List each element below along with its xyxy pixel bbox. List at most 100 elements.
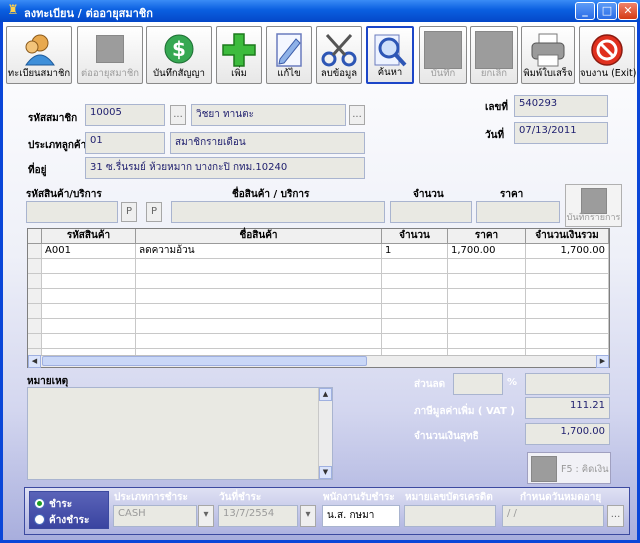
print-receipt-button[interactable]: พิมพ์ใบเสร็จ	[521, 26, 575, 84]
empty-cell[interactable]	[382, 334, 448, 349]
exit-button[interactable]: จบงาน (Exit)	[579, 26, 637, 84]
empty-cell[interactable]	[136, 304, 382, 319]
empty-cell[interactable]	[136, 319, 382, 334]
pay-date-field[interactable]: 13/7/2554	[218, 505, 298, 527]
row-selector[interactable]	[28, 319, 42, 334]
member-name-lookup-button[interactable]: ...	[349, 105, 365, 125]
calculate-button[interactable]: F5 : คิดเงิน	[527, 452, 611, 484]
customer-type-name-field[interactable]: สมาชิกรายเดือน	[170, 132, 365, 154]
empty-cell[interactable]	[448, 274, 526, 289]
expiry-picker[interactable]: ...	[607, 505, 624, 527]
paid-radio[interactable]	[34, 498, 45, 509]
col-header-name[interactable]: ชื่อสินค้า	[136, 229, 382, 244]
cell-code[interactable]: A001	[42, 244, 136, 259]
product-lookup-p2-button[interactable]: P	[146, 202, 162, 222]
empty-cell[interactable]	[42, 289, 136, 304]
empty-cell[interactable]	[448, 259, 526, 274]
date-field[interactable]: 07/13/2011	[514, 122, 608, 144]
empty-cell[interactable]	[382, 274, 448, 289]
empty-cell[interactable]	[136, 274, 382, 289]
notes-textarea[interactable]	[27, 387, 333, 480]
scroll-left-arrow[interactable]: ◀	[28, 355, 41, 368]
row-selector[interactable]	[28, 259, 42, 274]
maximize-button[interactable]: □	[597, 2, 617, 20]
cell-total[interactable]: 1,700.00	[526, 244, 609, 259]
cancel-button[interactable]: ยกเลิก	[470, 26, 518, 84]
renew-member-button[interactable]: ต่ออายุสมาชิก	[77, 26, 143, 84]
scroll-down-arrow[interactable]: ▼	[319, 466, 332, 479]
empty-cell[interactable]	[42, 274, 136, 289]
product-lookup-p-button[interactable]: P	[121, 202, 137, 222]
discount-field[interactable]	[453, 373, 503, 395]
row-selector[interactable]	[28, 244, 42, 259]
empty-cell[interactable]	[136, 289, 382, 304]
scroll-thumb[interactable]	[42, 356, 367, 366]
empty-cell[interactable]	[382, 304, 448, 319]
payment-type-dropdown[interactable]: ▾	[198, 505, 214, 527]
cell-qty[interactable]: 1	[382, 244, 448, 259]
save-line-button[interactable]: บันทึกรายการ	[565, 184, 622, 227]
customer-type-code-field[interactable]: 01	[85, 132, 165, 154]
save-button[interactable]: บันทึก	[419, 26, 467, 84]
empty-cell[interactable]	[526, 259, 609, 274]
member-code-field[interactable]: 10005	[85, 104, 165, 126]
empty-cell[interactable]	[448, 289, 526, 304]
payment-type-select[interactable]: CASH	[113, 505, 197, 527]
member-name-field[interactable]: วิชยา ทานตะ	[191, 104, 346, 126]
discount-amount-field[interactable]	[525, 373, 610, 395]
empty-cell[interactable]	[448, 334, 526, 349]
qty-input[interactable]	[390, 201, 472, 223]
delete-button[interactable]: ลบข้อมูล	[316, 26, 362, 84]
minimize-button[interactable]: _	[575, 2, 595, 20]
empty-cell[interactable]	[382, 259, 448, 274]
edit-button[interactable]: แก้ไข	[266, 26, 312, 84]
empty-cell[interactable]	[136, 334, 382, 349]
add-button[interactable]: เพิ่ม	[216, 26, 262, 84]
col-header-code[interactable]: รหัสสินค้า	[42, 229, 136, 244]
empty-cell[interactable]	[526, 289, 609, 304]
cell-name[interactable]: ลดความอ้วน	[136, 244, 382, 259]
search-button[interactable]: ค้นหา	[366, 26, 414, 84]
net-field[interactable]: 1,700.00	[525, 423, 610, 445]
empty-cell[interactable]	[448, 319, 526, 334]
row-selector[interactable]	[28, 334, 42, 349]
save-contract-button[interactable]: $ บันทึกสัญญา	[146, 26, 212, 84]
col-header-total[interactable]: จำนวนเงินรวม	[526, 229, 609, 244]
address-field[interactable]: 31 ซ.รื่นรมย์ ห้วยหมาก บางกะปิ กทม.10240	[85, 157, 365, 179]
member-lookup-button[interactable]: ...	[170, 105, 186, 125]
expiry-field[interactable]: / /	[502, 505, 604, 527]
empty-cell[interactable]	[526, 334, 609, 349]
unpaid-radio[interactable]	[34, 514, 45, 525]
row-selector[interactable]	[28, 304, 42, 319]
empty-cell[interactable]	[136, 259, 382, 274]
doc-no-field[interactable]: 540293	[514, 95, 608, 117]
empty-cell[interactable]	[526, 304, 609, 319]
cell-price[interactable]: 1,700.00	[448, 244, 526, 259]
price-input[interactable]	[476, 201, 560, 223]
empty-cell[interactable]	[382, 289, 448, 304]
row-selector[interactable]	[28, 289, 42, 304]
col-header-qty[interactable]: จำนวน	[382, 229, 448, 244]
product-name-input[interactable]	[171, 201, 385, 223]
empty-cell[interactable]	[42, 319, 136, 334]
staff-field[interactable]: น.ส. กษมา	[322, 505, 400, 527]
empty-cell[interactable]	[526, 319, 609, 334]
member-register-button[interactable]: ทะเบียนสมาชิก	[6, 26, 72, 84]
grid-horizontal-scrollbar[interactable]: ◀ ▶	[28, 355, 609, 368]
row-selector[interactable]	[28, 274, 42, 289]
product-code-input[interactable]	[26, 201, 118, 223]
empty-cell[interactable]	[42, 334, 136, 349]
scroll-up-arrow[interactable]: ▲	[319, 388, 332, 401]
notes-vertical-scrollbar[interactable]: ▲ ▼	[318, 388, 332, 479]
empty-cell[interactable]	[42, 304, 136, 319]
scroll-right-arrow[interactable]: ▶	[596, 355, 609, 368]
pay-date-picker[interactable]: ▾	[300, 505, 316, 527]
close-button[interactable]: ✕	[618, 2, 638, 20]
items-grid[interactable]: รหัสสินค้า ชื่อสินค้า จำนวน ราคา จำนวนเง…	[27, 228, 610, 368]
empty-cell[interactable]	[42, 259, 136, 274]
card-number-field[interactable]	[404, 505, 496, 527]
vat-field[interactable]: 111.21	[525, 397, 610, 419]
empty-cell[interactable]	[448, 304, 526, 319]
empty-cell[interactable]	[526, 274, 609, 289]
col-header-price[interactable]: ราคา	[448, 229, 526, 244]
